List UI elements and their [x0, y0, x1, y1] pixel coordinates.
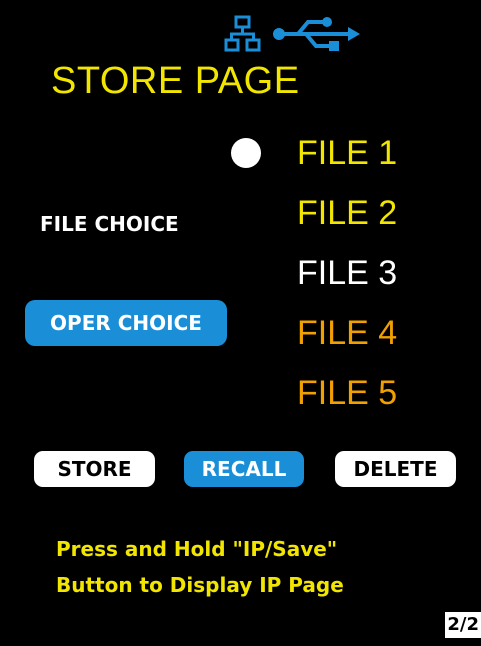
- oper-choice-button[interactable]: OPER CHOICE: [25, 300, 227, 346]
- file-item-4[interactable]: FILE 4: [226, 312, 456, 372]
- file-label: FILE 1: [297, 134, 398, 172]
- hint-line-1: Press and Hold "IP/Save": [56, 537, 338, 561]
- selected-dot-icon: [231, 138, 261, 168]
- delete-button[interactable]: DELETE: [335, 451, 456, 487]
- recall-button[interactable]: RECALL: [184, 451, 304, 487]
- store-button[interactable]: STORE: [34, 451, 155, 487]
- file-label: FILE 2: [297, 194, 398, 232]
- usb-icon: [272, 14, 362, 59]
- file-item-3[interactable]: FILE 3: [226, 252, 456, 312]
- hint-line-2: Button to Display IP Page: [56, 573, 344, 597]
- file-item-1[interactable]: FILE 1: [226, 132, 456, 192]
- file-label: FILE 5: [297, 374, 398, 412]
- page-indicator: 2/2: [445, 612, 481, 638]
- file-choice-label[interactable]: FILE CHOICE: [38, 212, 181, 236]
- file-item-5[interactable]: FILE 5: [226, 372, 456, 432]
- store-page-screen: STORE PAGE FILE CHOICE OPER CHOICE FILE …: [0, 0, 481, 646]
- file-item-2[interactable]: FILE 2: [226, 192, 456, 252]
- file-label: FILE 3: [297, 254, 398, 292]
- file-label: FILE 4: [297, 314, 398, 352]
- page-title: STORE PAGE: [51, 60, 300, 102]
- network-icon: [224, 15, 262, 58]
- file-list: FILE 1 FILE 2 FILE 3 FILE 4 FILE 5: [226, 132, 456, 432]
- status-icons: [224, 14, 362, 58]
